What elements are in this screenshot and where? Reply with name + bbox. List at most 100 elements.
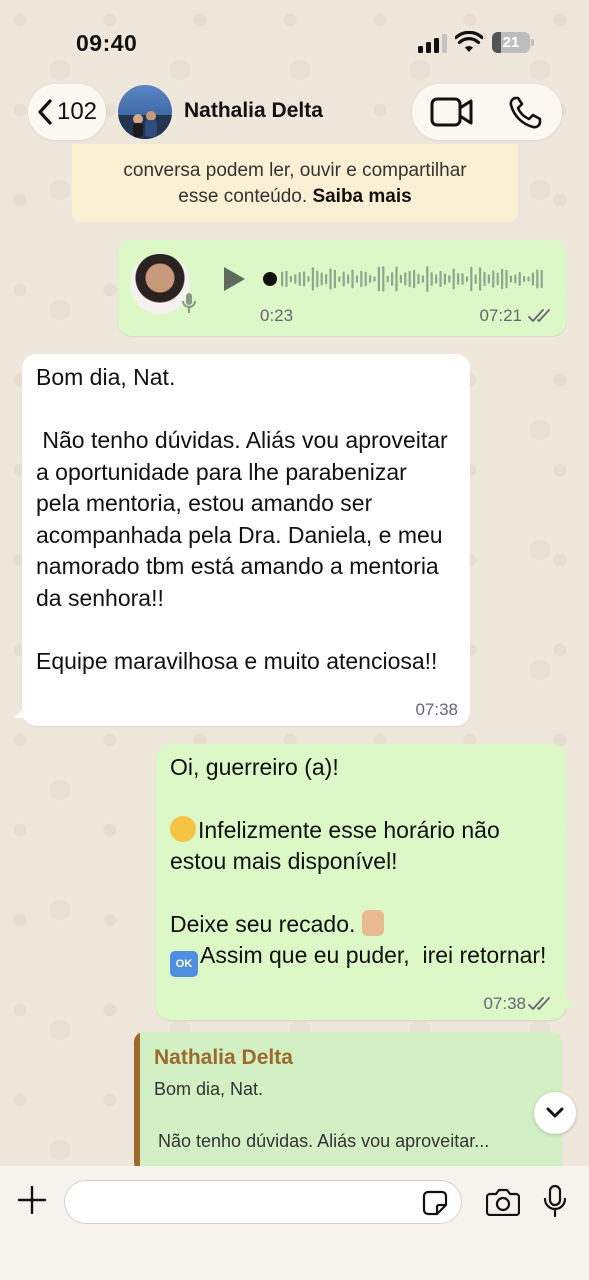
waveform-bar [347, 274, 350, 284]
waveform-bar [355, 275, 358, 283]
waveform-bar [338, 276, 341, 282]
waveform-bar [320, 272, 323, 286]
waveform-bar [281, 271, 284, 287]
back-button[interactable]: 102 [28, 84, 106, 140]
waveform-bar [501, 268, 504, 290]
chevron-left-icon [38, 99, 52, 125]
message-input[interactable] [64, 1180, 462, 1224]
plus-icon[interactable] [16, 1184, 48, 1216]
message-list[interactable]: conversa podem ler, ouvir e compartilhar… [0, 144, 589, 1166]
waveform-bar [470, 266, 473, 292]
waveform-bar [461, 273, 464, 285]
waveform-bar [399, 274, 402, 284]
waveform-bar [386, 275, 389, 283]
quoted-text-line: Não tenho dúvidas. Aliás vou aproveitar.… [158, 1131, 490, 1151]
battery-icon: 21 [492, 32, 534, 53]
bubble-tail [562, 994, 576, 1008]
waveform-bar [505, 269, 508, 289]
waveform-bar [483, 271, 486, 287]
incoming-message-bubble[interactable]: Bom dia, Nat. Não tenho dúvidas. Aliás v… [22, 354, 470, 726]
bubble-tail [14, 704, 28, 718]
waveform-bar [303, 271, 306, 287]
waveform-bar [474, 274, 477, 284]
avatar-photo [118, 111, 172, 139]
video-call-icon[interactable] [430, 96, 474, 128]
voice-message-bubble[interactable]: 0:23 07:21 [118, 240, 566, 336]
message-line: Deixe seu recado. [170, 910, 362, 937]
chevron-down-icon [546, 1107, 564, 1118]
voice-call-icon[interactable] [508, 96, 544, 130]
voice-duration: 0:23 [260, 306, 294, 325]
waveform-bar [417, 273, 420, 285]
status-bar: 09:40 21 [0, 0, 589, 84]
waveform-bar [316, 270, 319, 288]
cellular-signal-icon [418, 33, 447, 53]
waveform-bar [333, 269, 336, 289]
waveform-bar [325, 273, 328, 285]
waveform-bar [487, 274, 490, 284]
waveform-bar [448, 275, 451, 283]
read-receipt-icon [528, 997, 550, 1010]
message-line: Assim que eu puder, irei retornar! [200, 942, 547, 968]
waveform-bar [311, 267, 314, 291]
waveform-bar [285, 270, 288, 288]
sticker-icon[interactable] [422, 1190, 448, 1216]
waveform-bar [479, 267, 482, 291]
waveform-bar [465, 276, 468, 282]
waveform-bar [426, 266, 429, 292]
read-receipt-icon [528, 309, 550, 322]
wifi-icon [455, 31, 483, 52]
waveform-bar [307, 276, 310, 282]
ok-button-emoji-icon: OK [170, 951, 198, 977]
contact-name[interactable]: Nathalia Delta [184, 99, 323, 123]
waveform-bar [294, 274, 297, 284]
pointing-down-emoji-icon [361, 909, 384, 936]
contact-avatar[interactable] [118, 85, 172, 139]
waveform-bar [408, 270, 411, 287]
call-actions [412, 84, 562, 140]
notice-line2: esse conteúdo. [178, 186, 308, 207]
waveform-bar [395, 266, 398, 292]
waveform-bar [496, 272, 499, 286]
waveform-bar [364, 271, 367, 287]
quoted-reply-bubble[interactable]: Nathalia Delta Bom dia, Nat. Não tenho d… [134, 1032, 562, 1166]
waveform-bar [531, 272, 534, 286]
waveform-bar [457, 273, 460, 285]
message-time: 07:21 [479, 306, 522, 325]
waveform-bar [509, 275, 512, 283]
waveform-bar [373, 276, 376, 282]
message-time: 07:38 [483, 994, 526, 1013]
waveform-bar [430, 272, 433, 286]
waveform-bar [527, 276, 530, 282]
outgoing-message-bubble[interactable]: Oi, guerreiro (a)! Infelizmente esse hor… [156, 744, 566, 1020]
message-line: Infelizmente esse horário não estou mais… [170, 816, 507, 875]
waveform-bar [360, 270, 363, 288]
waveform-bar [523, 276, 526, 282]
battery-level: 21 [502, 34, 520, 51]
composer-bar [0, 1166, 589, 1280]
camera-icon[interactable] [486, 1188, 520, 1216]
chat-header: 102 Nathalia Delta [0, 82, 589, 144]
unread-count: 102 [56, 98, 98, 125]
notice-line1: conversa podem ler, ouvir e compartilhar [123, 160, 467, 181]
playhead-dot[interactable] [263, 272, 277, 286]
waveform-bar [536, 269, 539, 289]
audio-waveform[interactable] [263, 264, 549, 294]
waveform-bar [391, 272, 394, 286]
waveform-bar [540, 269, 543, 289]
waveform-bar [492, 270, 495, 288]
scroll-to-bottom-button[interactable] [534, 1092, 576, 1134]
message-text: Bom dia, Nat. Não tenho dúvidas. Aliás v… [36, 364, 448, 674]
waveform-bar [298, 272, 301, 286]
status-time: 09:40 [76, 30, 138, 56]
play-icon[interactable] [222, 266, 246, 292]
learn-more-link[interactable]: Saiba mais [312, 186, 411, 207]
waveform-bar [413, 269, 416, 289]
waveform-bar [289, 275, 292, 283]
waveform-bar [404, 272, 407, 286]
waveform-bar [421, 275, 424, 283]
sad-sweat-emoji-icon [170, 815, 196, 842]
quote-accent-bar [134, 1032, 140, 1166]
message-time: 07:38 [415, 700, 458, 719]
microphone-icon[interactable] [542, 1184, 568, 1218]
